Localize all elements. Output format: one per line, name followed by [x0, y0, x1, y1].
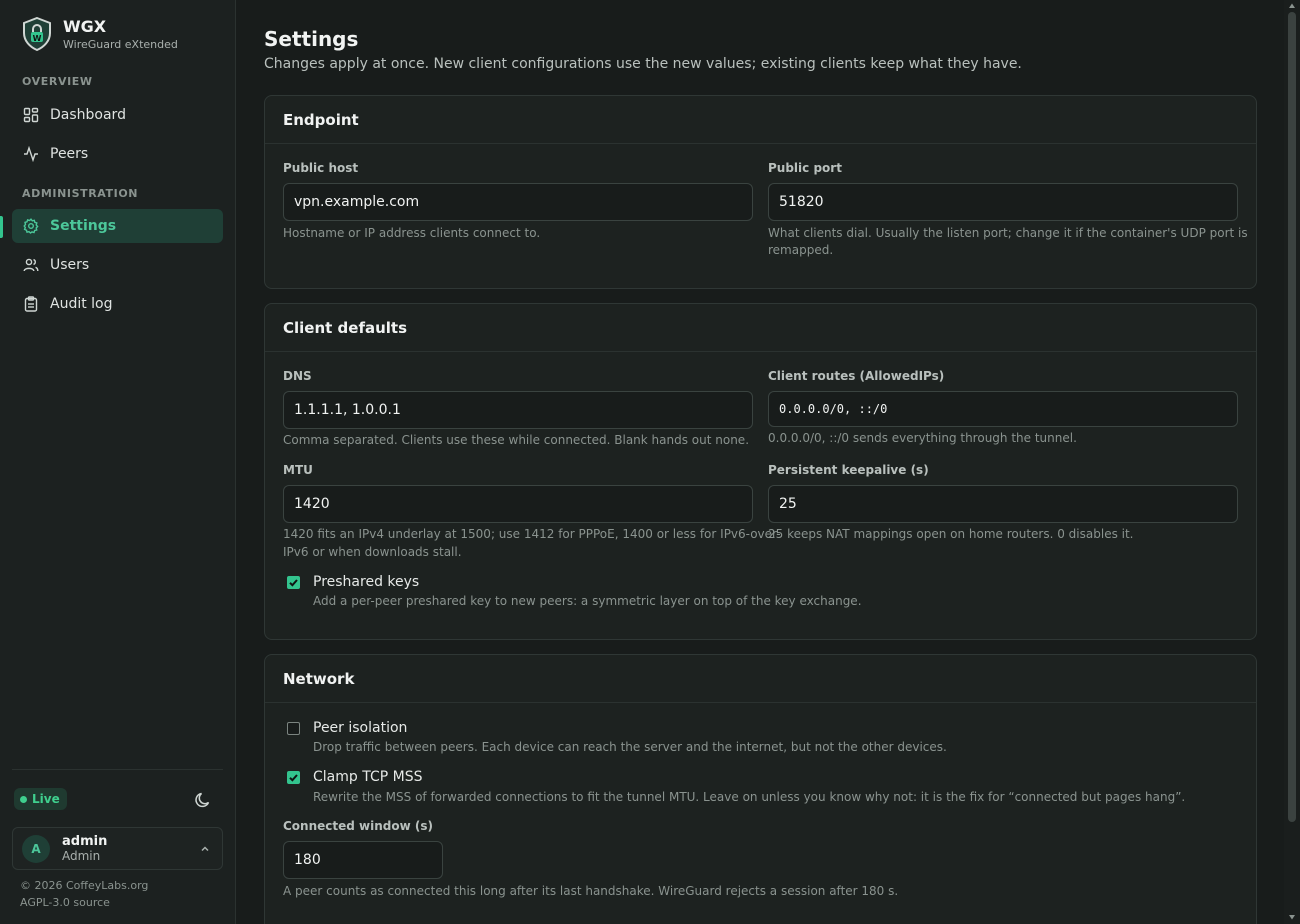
dns-label: DNS [283, 369, 312, 383]
check-icon [289, 774, 298, 782]
public-host-label: Public host [283, 161, 359, 175]
gear-icon [23, 218, 39, 234]
shield-logo-icon: W [23, 17, 51, 51]
brand-name: WGX [63, 17, 107, 36]
user-menu[interactable]: A admin Admin [12, 827, 223, 870]
activity-icon [24, 146, 38, 162]
network-card: Network Peer isolation Drop traffic betw… [264, 654, 1257, 924]
moon-icon[interactable] [193, 790, 213, 810]
peer-isolation-label[interactable]: Peer isolation [313, 720, 407, 736]
scroll-down-icon[interactable] [1288, 913, 1296, 921]
footer-source-link[interactable]: AGPL-3.0 source [20, 896, 110, 909]
connected-window-hint: A peer counts as connected this long aft… [283, 884, 899, 898]
public-port-input[interactable]: 51820 [768, 183, 1238, 221]
endpoint-card: Endpoint Public host vpn.example.com Hos… [264, 95, 1257, 289]
chevron-up-icon [201, 846, 209, 852]
mtu-label: MTU [283, 463, 313, 477]
sidebar-item-label: Settings [50, 218, 117, 234]
keepalive-hint: 25 keeps NAT mappings open on home route… [768, 527, 1134, 541]
sidebar-divider [12, 769, 223, 770]
avatar: A [22, 834, 50, 863]
client-defaults-card: Client defaults DNS 1.1.1.1, 1.0.0.1 Com… [264, 303, 1257, 640]
status-label: Live [32, 792, 60, 806]
status-badge: Live [14, 788, 67, 810]
scroll-thumb[interactable] [1288, 12, 1296, 822]
sidebar-item-dashboard[interactable]: Dashboard [12, 98, 223, 132]
peer-isolation-hint: Drop traffic between peers. Each device … [313, 740, 947, 754]
card-title: Endpoint [265, 96, 1256, 144]
public-port-label: Public port [768, 161, 842, 175]
mtu-input[interactable]: 1420 [283, 485, 753, 523]
client-routes-input[interactable]: 0.0.0.0/0, ::/0 [768, 391, 1238, 427]
dns-input[interactable]: 1.1.1.1, 1.0.0.1 [283, 391, 753, 429]
clipboard-icon [24, 296, 38, 312]
users-icon [23, 258, 39, 272]
clamp-mss-label[interactable]: Clamp TCP MSS [313, 769, 422, 785]
client-routes-label: Client routes (AllowedIPs) [768, 369, 945, 383]
sidebar-item-label: Dashboard [50, 107, 126, 123]
dashboard-icon [23, 107, 39, 123]
preshared-keys-label[interactable]: Preshared keys [313, 574, 419, 590]
sidebar-item-users[interactable]: Users [12, 248, 223, 282]
sidebar-item-settings[interactable]: Settings [12, 209, 223, 243]
public-host-hint: Hostname or IP address clients connect t… [283, 226, 541, 240]
footer-copyright[interactable]: © 2026 CoffeyLabs.org [20, 879, 148, 892]
preshared-keys-hint: Add a per-peer preshared key to new peer… [313, 594, 862, 608]
keepalive-label: Persistent keepalive (s) [768, 463, 929, 477]
mtu-hint-cont: IPv6 or when downloads stall. [283, 545, 462, 559]
connected-window-input[interactable]: 180 [283, 841, 443, 879]
user-name: admin [62, 833, 108, 849]
clamp-mss-checkbox[interactable] [287, 771, 300, 784]
check-icon [289, 579, 298, 587]
card-title: Client defaults [265, 304, 1256, 352]
public-host-input[interactable]: vpn.example.com [283, 183, 753, 221]
dns-hint: Comma separated. Clients use these while… [283, 433, 750, 447]
page-title: Settings [264, 27, 359, 51]
keepalive-input[interactable]: 25 [768, 485, 1238, 523]
client-routes-hint: 0.0.0.0/0, ::/0 sends everything through… [768, 431, 1077, 445]
brand[interactable]: W WGX WireGuard eXtended [22, 17, 178, 53]
scroll-up-icon[interactable] [1288, 2, 1296, 10]
svg-text:W: W [33, 34, 42, 43]
mtu-hint: 1420 fits an IPv4 underlay at 1500; use … [283, 527, 781, 541]
scrollbar[interactable] [1284, 0, 1300, 924]
main-content: Settings Changes apply at once. New clie… [236, 0, 1284, 924]
sidebar-item-audit-log[interactable]: Audit log [12, 287, 223, 321]
connected-window-label: Connected window (s) [283, 819, 433, 833]
sidebar-item-label: Peers [50, 146, 89, 162]
status-dot-icon [20, 795, 27, 803]
peer-isolation-checkbox[interactable] [287, 722, 300, 735]
sidebar-item-label: Audit log [50, 296, 113, 312]
section-label-overview: OVERVIEW [22, 75, 93, 88]
active-indicator [0, 216, 3, 238]
sidebar-item-peers[interactable]: Peers [12, 137, 223, 171]
brand-subtitle: WireGuard eXtended [63, 38, 178, 51]
card-title: Network [265, 655, 1256, 703]
sidebar: W WGX WireGuard eXtended OVERVIEW Dashbo… [0, 0, 236, 924]
page-subtitle: Changes apply at once. New client config… [264, 56, 1022, 72]
section-label-administration: ADMINISTRATION [22, 187, 139, 200]
user-role: Admin [62, 848, 101, 863]
clamp-mss-hint: Rewrite the MSS of forwarded connections… [313, 790, 1186, 804]
sidebar-item-label: Users [50, 257, 90, 273]
public-port-hint: What clients dial. Usually the listen po… [768, 226, 1248, 240]
preshared-keys-checkbox[interactable] [287, 576, 300, 589]
public-port-hint-cont: remapped. [768, 243, 834, 257]
